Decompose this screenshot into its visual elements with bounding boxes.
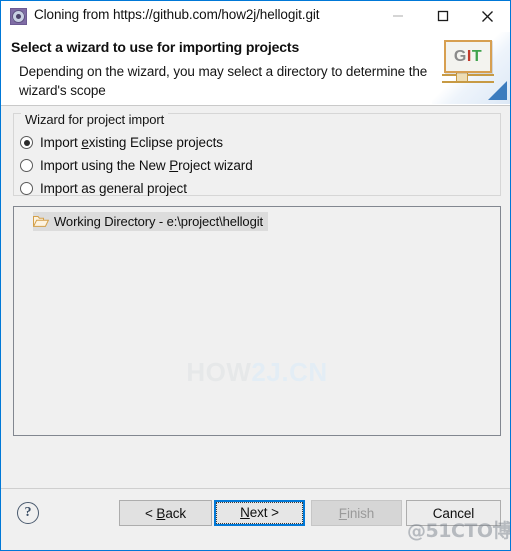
next-button[interactable]: Next > <box>214 500 305 526</box>
window-title: Cloning from https://github.com/how2j/he… <box>34 7 320 22</box>
wizard-header: Select a wizard to use for importing pro… <box>1 32 510 106</box>
radio-import-existing-eclipse-projects[interactable]: Import existing Eclipse projects <box>20 135 223 150</box>
git-logo-t: T <box>471 47 483 65</box>
open-folder-icon <box>32 215 50 228</box>
tree-item-working-directory[interactable]: Working Directory - e:\project\hellogit <box>32 212 268 231</box>
radio-mark <box>20 159 33 172</box>
radio-label: Import as general project <box>40 181 187 196</box>
tree-item-label: Working Directory - e:\project\hellogit <box>54 214 263 229</box>
wizard-body: Wizard for project import Import existin… <box>1 106 510 489</box>
watermark-51cto: @51CTO博客 <box>407 520 511 542</box>
radio-import-using-new-project-wizard[interactable]: Import using the New Project wizard <box>20 158 253 173</box>
finish-button: Finish <box>311 500 402 526</box>
radio-import-as-general-project[interactable]: Import as general project <box>20 181 187 196</box>
radio-label: Import using the New Project wizard <box>40 158 253 173</box>
banner-graphic: GIT <box>432 32 510 104</box>
git-logo-g: G <box>453 47 467 65</box>
maximize-icon[interactable] <box>420 1 465 31</box>
git-logo-icon: GIT <box>444 40 492 73</box>
title-bar: Cloning from https://github.com/how2j/he… <box>1 1 510 33</box>
page-title: Select a wizard to use for importing pro… <box>11 39 300 55</box>
minimize-icon[interactable] <box>375 1 420 31</box>
dialog-window: Cloning from https://github.com/how2j/he… <box>0 0 511 551</box>
dialog-footer: ? < Back Next > Finish Cancel @51CTO博客 <box>1 488 510 550</box>
radio-mark <box>20 136 33 149</box>
gear-icon <box>10 8 27 25</box>
radio-label: Import existing Eclipse projects <box>40 135 223 150</box>
banner-triangle-icon <box>488 81 507 100</box>
page-description: Depending on the wizard, you may select … <box>19 64 428 98</box>
help-button[interactable]: ? <box>17 502 39 524</box>
group-legend: Wizard for project import <box>21 112 169 127</box>
project-tree-panel[interactable]: Working Directory - e:\project\hellogit … <box>13 206 501 436</box>
watermark-how2j: HOW2J.CN <box>186 357 328 387</box>
close-icon[interactable] <box>465 1 510 31</box>
radio-mark <box>20 182 33 195</box>
back-button[interactable]: < Back <box>119 500 212 526</box>
